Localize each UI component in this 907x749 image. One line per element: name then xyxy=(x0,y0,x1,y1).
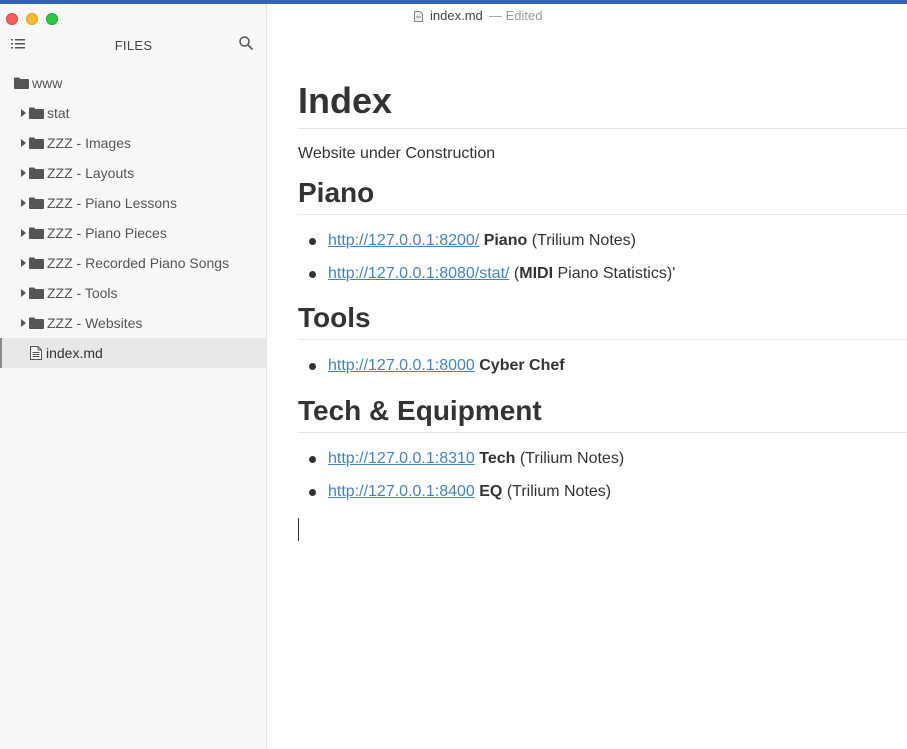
folder-icon xyxy=(29,167,44,179)
minimize-window-button[interactable] xyxy=(26,13,38,25)
list-item: http://127.0.0.1:8000 Cyber Chef xyxy=(298,354,907,378)
tree-label: index.md xyxy=(46,345,103,361)
bullet-icon xyxy=(309,456,316,463)
item-bold-text: MIDI xyxy=(519,265,554,282)
folder-icon xyxy=(29,257,44,269)
item-bold-text: EQ xyxy=(479,483,503,500)
folder-item[interactable]: ZZZ - Images xyxy=(0,128,267,158)
search-icon[interactable] xyxy=(238,35,254,51)
folder-icon xyxy=(29,107,44,119)
item-text: (Trilium Notes) xyxy=(502,483,612,500)
bullet-list: http://127.0.0.1:8310 Tech (Trilium Note… xyxy=(298,447,907,504)
url-link[interactable]: http://127.0.0.1:8310 xyxy=(328,450,475,467)
folder-icon xyxy=(14,77,29,89)
document-title: Index xyxy=(298,76,907,129)
list-item: http://127.0.0.1:8080/stat/ (MIDI Piano … xyxy=(298,262,907,286)
disclosure-triangle-icon[interactable] xyxy=(21,109,26,117)
folder-icon xyxy=(29,317,44,329)
folder-item[interactable]: ZZZ - Websites xyxy=(0,308,267,338)
tree-label: stat xyxy=(47,105,70,121)
section-heading: Piano xyxy=(298,173,907,215)
document-icon xyxy=(414,11,423,22)
disclosure-triangle-icon[interactable] xyxy=(21,319,26,327)
url-link[interactable]: http://127.0.0.1:8000 xyxy=(328,357,475,374)
bullet-list: http://127.0.0.1:8000 Cyber Chef xyxy=(298,354,907,378)
bullet-list: http://127.0.0.1:8200/ Piano (Trilium No… xyxy=(298,229,907,286)
folder-item[interactable]: ZZZ - Layouts xyxy=(0,158,267,188)
tree-label: ZZZ - Recorded Piano Songs xyxy=(47,255,230,271)
folder-root[interactable]: www xyxy=(0,68,267,98)
window-file-name: index.md xyxy=(430,8,483,23)
folder-icon xyxy=(29,287,44,299)
bullet-icon xyxy=(309,489,316,496)
folder-item[interactable]: stat xyxy=(0,98,267,128)
folder-icon xyxy=(29,227,44,239)
disclosure-triangle-icon[interactable] xyxy=(21,139,26,147)
url-link[interactable]: http://127.0.0.1:8400 xyxy=(328,483,475,500)
url-link[interactable]: http://127.0.0.1:8200/ xyxy=(328,232,479,249)
list-item: http://127.0.0.1:8310 Tech (Trilium Note… xyxy=(298,447,907,471)
bullet-icon xyxy=(309,271,316,278)
close-window-button[interactable] xyxy=(6,13,18,25)
file-sidebar: FILES www stat ZZZ - Images ZZZ - Layouts Z… xyxy=(0,4,267,749)
markdown-file-icon xyxy=(30,346,42,360)
item-bold-text: Tech xyxy=(479,450,516,467)
file-index-md[interactable]: index.md xyxy=(0,338,267,368)
list-item: http://127.0.0.1:8400 EQ (Trilium Notes) xyxy=(298,480,907,504)
text-cursor xyxy=(298,518,299,541)
markdown-editor[interactable]: Index Website under Construction Piano ht… xyxy=(298,76,907,513)
item-text: ( xyxy=(509,265,520,282)
disclosure-triangle-icon[interactable] xyxy=(21,199,26,207)
tree-label: ZZZ - Tools xyxy=(47,285,118,301)
item-bold-text: Piano xyxy=(483,232,528,249)
tree-label: ZZZ - Images xyxy=(47,135,132,151)
window-title-bar: index.md — Edited xyxy=(268,4,907,28)
disclosure-triangle-icon[interactable] xyxy=(21,289,26,297)
document-subtitle: Website under Construction xyxy=(298,145,496,162)
item-bold-text: Cyber Chef xyxy=(479,357,565,374)
folder-item[interactable]: ZZZ - Recorded Piano Songs xyxy=(0,248,267,278)
item-text: (Trilium Notes) xyxy=(527,232,636,249)
folder-item[interactable]: ZZZ - Piano Pieces xyxy=(0,218,267,248)
bullet-icon xyxy=(309,363,316,370)
bullet-icon xyxy=(309,238,316,245)
tree-label: ZZZ - Layouts xyxy=(47,165,135,181)
item-text: Piano Statistics)' xyxy=(553,265,676,282)
section-heading: Tech & Equipment xyxy=(298,391,907,433)
maximize-window-button[interactable] xyxy=(46,13,58,25)
tree-label: ZZZ - Piano Pieces xyxy=(47,225,167,241)
item-text: (Trilium Notes) xyxy=(515,450,625,467)
edited-status: — Edited xyxy=(489,8,543,23)
disclosure-triangle-icon[interactable] xyxy=(21,229,26,237)
folder-item[interactable]: ZZZ - Tools xyxy=(0,278,267,308)
folder-icon xyxy=(29,197,44,209)
folder-item[interactable]: ZZZ - Piano Lessons xyxy=(0,188,267,218)
list-item: http://127.0.0.1:8200/ Piano (Trilium No… xyxy=(298,229,907,253)
tree-label: ZZZ - Websites xyxy=(47,315,143,331)
folder-icon xyxy=(29,137,44,149)
tree-label: ZZZ - Piano Lessons xyxy=(47,195,177,211)
sidebar-title: FILES xyxy=(114,38,153,53)
disclosure-triangle-icon[interactable] xyxy=(21,169,26,177)
sidebar-header: FILES xyxy=(0,30,267,60)
url-link[interactable]: http://127.0.0.1:8080/stat/ xyxy=(328,265,509,282)
file-tree: www stat ZZZ - Images ZZZ - Layouts ZZZ - P… xyxy=(0,68,267,368)
tree-label: www xyxy=(32,75,63,91)
section-heading: Tools xyxy=(298,298,907,340)
disclosure-triangle-icon[interactable] xyxy=(21,259,26,267)
